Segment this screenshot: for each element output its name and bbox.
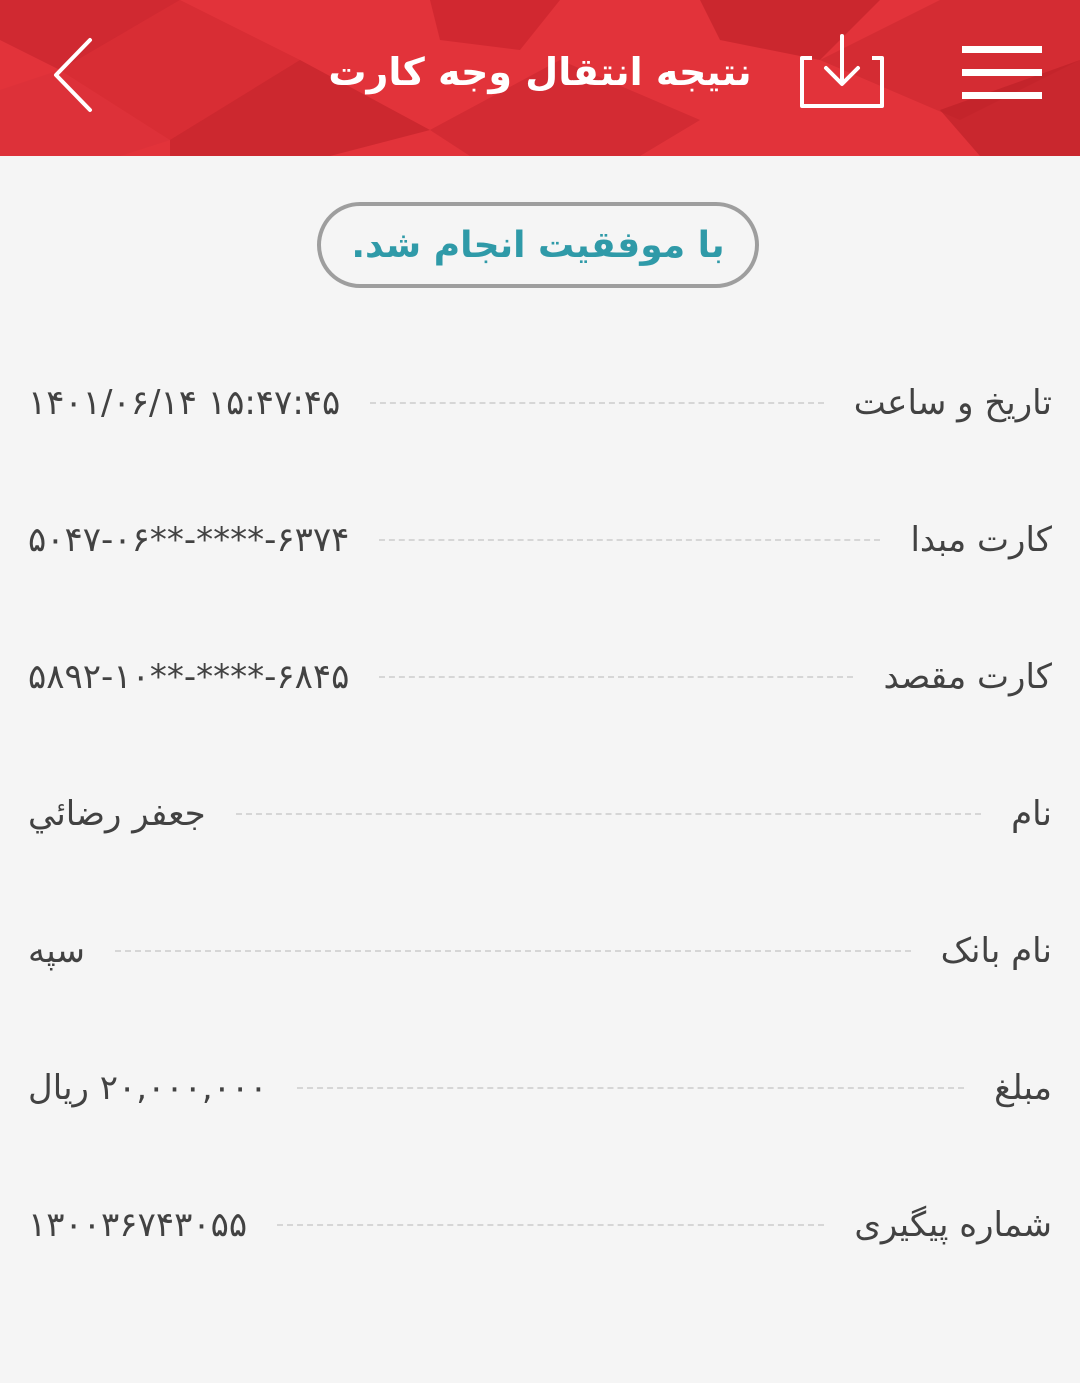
detail-label: مبلغ bbox=[994, 1068, 1052, 1108]
detail-row-datetime: تاریخ و ساعت ۱۴۰۱/۰۶/۱۴ ۱۵:۴۷:۴۵ bbox=[28, 368, 1052, 438]
detail-label: شماره پیگیری bbox=[854, 1205, 1052, 1245]
back-button[interactable] bbox=[40, 30, 110, 120]
dotted-separator bbox=[297, 1087, 965, 1089]
detail-label: نام بانک bbox=[940, 931, 1052, 971]
detail-label: نام bbox=[1011, 794, 1052, 834]
detail-label: کارت مقصد bbox=[883, 657, 1052, 697]
app-header: نتیجه انتقال وجه کارت bbox=[0, 0, 1080, 156]
hamburger-menu-icon bbox=[962, 46, 1042, 99]
detail-value: ۱۴۰۱/۰۶/۱۴ ۱۵:۴۷:۴۵ bbox=[28, 383, 341, 423]
detail-value: سپه bbox=[28, 931, 85, 971]
detail-row-bank-name: نام بانک سپه bbox=[28, 916, 1052, 986]
detail-label: تاریخ و ساعت bbox=[853, 383, 1052, 423]
dotted-separator bbox=[379, 676, 854, 678]
detail-row-amount: مبلغ ۲۰,۰۰۰,۰۰۰ ریال bbox=[28, 1053, 1052, 1123]
detail-value: ۲۰,۰۰۰,۰۰۰ ریال bbox=[28, 1068, 268, 1108]
dotted-separator bbox=[235, 813, 982, 815]
detail-row-tracking-number: شماره پیگیری ۱۳۰۰۳۶۷۴۳۰۵۵ bbox=[28, 1190, 1052, 1260]
menu-button[interactable] bbox=[952, 36, 1052, 112]
download-button[interactable] bbox=[790, 28, 894, 118]
detail-value: ۵۸۹۲-۱۰**-****-۶۸۴۵ bbox=[28, 657, 350, 697]
detail-row-source-card: کارت مبدا ۵۰۴۷-۰۶**-****-۶۳۷۴ bbox=[28, 505, 1052, 575]
download-icon bbox=[800, 34, 884, 108]
dotted-separator bbox=[114, 950, 911, 952]
detail-value: ۱۳۰۰۳۶۷۴۳۰۵۵ bbox=[28, 1205, 248, 1245]
detail-label: کارت مبدا bbox=[910, 520, 1052, 560]
dotted-separator bbox=[370, 402, 824, 404]
page-title: نتیجه انتقال وجه کارت bbox=[328, 50, 752, 94]
detail-row-name: نام جعفر رضائي bbox=[28, 779, 1052, 849]
dotted-separator bbox=[277, 1224, 825, 1226]
status-message: با موفقیت انجام شد. bbox=[351, 224, 725, 266]
dotted-separator bbox=[379, 539, 881, 541]
detail-row-destination-card: کارت مقصد ۵۸۹۲-۱۰**-****-۶۸۴۵ bbox=[28, 642, 1052, 712]
success-status-badge: با موفقیت انجام شد. bbox=[317, 202, 759, 288]
detail-value: جعفر رضائي bbox=[28, 794, 206, 834]
detail-value: ۵۰۴۷-۰۶**-****-۶۳۷۴ bbox=[28, 520, 350, 560]
chevron-left-icon bbox=[54, 38, 92, 112]
